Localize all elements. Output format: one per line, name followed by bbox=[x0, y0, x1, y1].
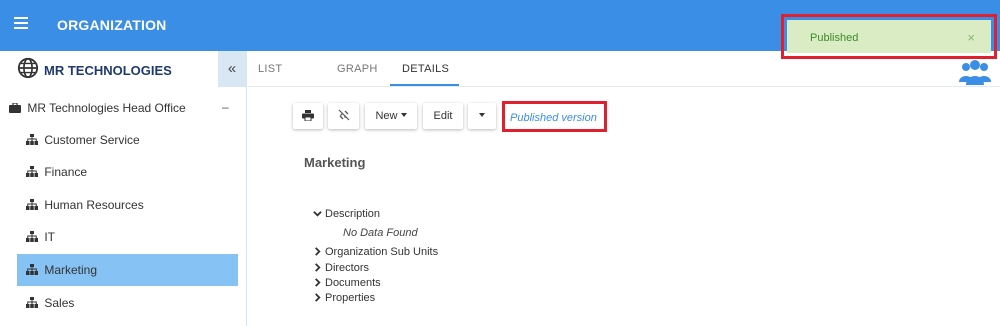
tree-root-item[interactable]: MR Technologies Head Office bbox=[9, 101, 186, 115]
org-chart-icon bbox=[26, 166, 38, 178]
sidebar-item-label: IT bbox=[44, 230, 56, 244]
sidebar-item-label: Marketing bbox=[44, 263, 98, 277]
users-icon[interactable] bbox=[958, 58, 992, 86]
tab-details[interactable]: DETAILS bbox=[402, 51, 449, 87]
toast-notification: Published × bbox=[787, 20, 991, 53]
print-button[interactable] bbox=[293, 103, 323, 129]
sidebar-item-label: Sales bbox=[44, 296, 75, 310]
published-version-highlight-frame: Published version bbox=[502, 101, 607, 132]
caret-down-icon bbox=[400, 113, 407, 118]
org-chart-icon bbox=[26, 199, 38, 211]
tree-root-label: MR Technologies Head Office bbox=[27, 101, 186, 115]
org-chart-icon bbox=[26, 297, 38, 309]
org-chart-icon bbox=[26, 134, 38, 146]
hamburger-icon[interactable] bbox=[14, 17, 28, 29]
detail-label: Documents bbox=[325, 277, 381, 289]
chevron-right-icon bbox=[315, 292, 321, 302]
chevron-right-icon bbox=[315, 277, 321, 287]
company-name: MR TECHNOLOGIES bbox=[44, 63, 172, 78]
sidebar-item-sales[interactable]: Sales bbox=[17, 287, 238, 319]
unlink-icon bbox=[338, 109, 349, 121]
detail-label: Properties bbox=[325, 292, 376, 304]
detail-label: Directors bbox=[325, 262, 370, 274]
sidebar-item-it[interactable]: IT bbox=[17, 221, 238, 253]
chevron-down-icon bbox=[313, 210, 322, 217]
sidebar-item-human-resources[interactable]: Human Resources bbox=[17, 189, 238, 221]
globe-icon bbox=[17, 57, 39, 79]
chevron-right-icon bbox=[315, 262, 321, 272]
no-data-text: No Data Found bbox=[343, 227, 418, 239]
detail-description[interactable]: Description bbox=[313, 208, 380, 220]
sidebar-item-label: Finance bbox=[44, 165, 88, 179]
org-chart-icon bbox=[26, 231, 38, 243]
section-title: Marketing bbox=[304, 155, 366, 170]
sidebar-item-label: Human Resources bbox=[44, 198, 144, 212]
toast-message: Published bbox=[810, 32, 859, 44]
detail-organization-sub-units[interactable]: Organization Sub Units bbox=[313, 246, 438, 258]
briefcase-icon bbox=[9, 102, 21, 113]
toast-close-icon[interactable]: × bbox=[967, 30, 975, 45]
edit-button[interactable]: Edit bbox=[423, 103, 463, 129]
toast-highlight-frame: Published × bbox=[781, 14, 997, 59]
detail-documents[interactable]: Documents bbox=[313, 277, 381, 289]
new-dropdown-button[interactable]: New bbox=[365, 103, 417, 129]
tree-root-toggle[interactable]: – bbox=[222, 100, 229, 114]
print-icon bbox=[302, 109, 314, 122]
chevron-right-icon bbox=[315, 246, 321, 256]
sidebar: MR TECHNOLOGIES « MR Technologies Head O… bbox=[0, 51, 247, 326]
detail-label: Organization Sub Units bbox=[325, 246, 439, 258]
caret-down-icon bbox=[479, 113, 485, 118]
collapse-sidebar-button[interactable]: « bbox=[218, 51, 246, 87]
detail-properties[interactable]: Properties bbox=[313, 292, 375, 304]
sidebar-item-marketing[interactable]: Marketing bbox=[17, 254, 238, 286]
sidebar-item-customer-service[interactable]: Customer Service bbox=[17, 124, 238, 156]
tab-graph[interactable]: GRAPH bbox=[337, 51, 378, 87]
published-version-link[interactable]: Published version bbox=[510, 112, 597, 124]
edit-button-label: Edit bbox=[433, 110, 453, 122]
sidebar-item-finance[interactable]: Finance bbox=[17, 156, 238, 188]
detail-label: Description bbox=[325, 208, 381, 220]
tabs-divider bbox=[248, 86, 1000, 87]
unlink-button[interactable] bbox=[328, 103, 359, 129]
sidebar-item-label: Customer Service bbox=[44, 133, 140, 147]
sidebar-header: MR TECHNOLOGIES « bbox=[0, 51, 246, 89]
app-title: ORGANIZATION bbox=[57, 17, 167, 33]
edit-options-toggle[interactable] bbox=[468, 103, 496, 129]
org-chart-icon bbox=[26, 264, 38, 276]
detail-directors[interactable]: Directors bbox=[313, 262, 369, 274]
new-button-label: New bbox=[375, 110, 398, 122]
tab-list[interactable]: LIST bbox=[258, 51, 282, 87]
